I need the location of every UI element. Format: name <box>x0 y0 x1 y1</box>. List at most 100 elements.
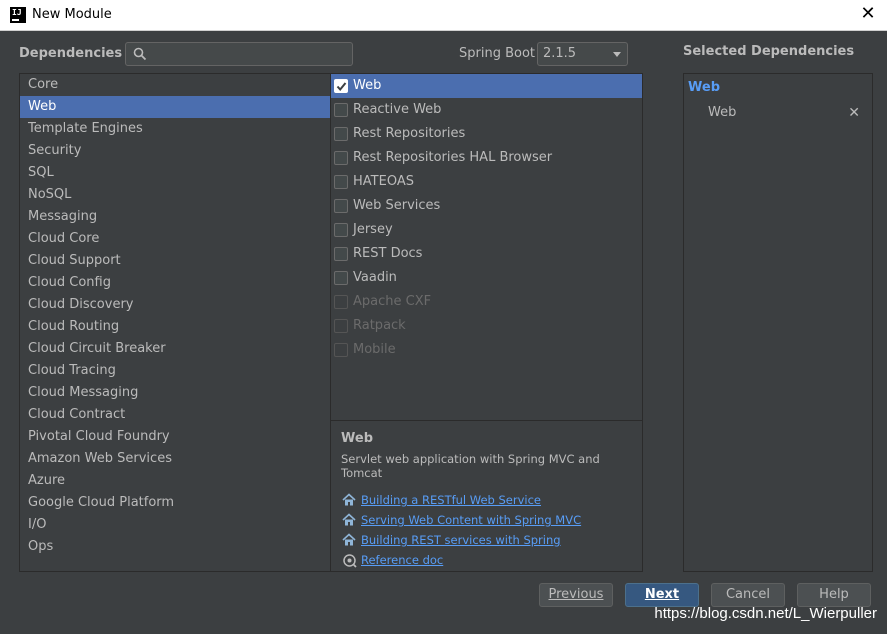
category-item-amazon-web-services[interactable]: Amazon Web Services <box>20 448 330 470</box>
dependency-label: Vaadin <box>353 270 397 285</box>
category-item-web[interactable]: Web <box>20 96 330 118</box>
selected-group-title: Web <box>688 80 720 95</box>
category-item-cloud-discovery[interactable]: Cloud Discovery <box>20 294 330 316</box>
dependency-panel: Web Reactive Web Rest Repositories Rest Rep… <box>330 73 643 572</box>
category-item-cloud-core[interactable]: Cloud Core <box>20 228 330 250</box>
guide-links: Building a RESTful Web Service Serving We… <box>341 490 581 570</box>
category-item-pivotal-cloud-foundry[interactable]: Pivotal Cloud Foundry <box>20 426 330 448</box>
dependency-checkbox[interactable] <box>334 127 348 141</box>
guide-link-row: Reference doc <box>341 550 581 570</box>
next-button[interactable]: Next <box>625 583 699 607</box>
dependency-checkbox <box>334 319 348 333</box>
dependency-item-vaadin[interactable]: Vaadin <box>331 266 642 290</box>
category-item-cloud-config[interactable]: Cloud Config <box>20 272 330 294</box>
spring-boot-version-value: 2.1.5 <box>543 46 577 61</box>
remove-dependency-icon[interactable]: ✕ <box>848 102 860 124</box>
dependency-list: Web Reactive Web Rest Repositories Rest Rep… <box>331 74 642 421</box>
category-item-template-engines[interactable]: Template Engines <box>20 118 330 140</box>
search-input[interactable] <box>152 45 348 63</box>
dependencies-label: Dependencies <box>19 46 123 61</box>
category-item-azure[interactable]: Azure <box>20 470 330 492</box>
category-item-cloud-messaging[interactable]: Cloud Messaging <box>20 382 330 404</box>
dependency-checkbox <box>334 295 348 309</box>
cancel-button[interactable]: Cancel <box>711 583 785 607</box>
category-item-cloud-circuit-breaker[interactable]: Cloud Circuit Breaker <box>20 338 330 360</box>
dependency-label: Rest Repositories <box>353 126 466 141</box>
previous-button-label: Previous <box>548 587 604 602</box>
search-box[interactable] <box>125 42 353 66</box>
dependency-label: Web <box>353 78 382 93</box>
dependency-checkbox[interactable] <box>334 79 348 93</box>
dependency-checkbox[interactable] <box>334 151 348 165</box>
dependency-label: Ratpack <box>353 318 406 333</box>
dependency-item-rest-docs[interactable]: REST Docs <box>331 242 642 266</box>
dependency-label: Mobile <box>353 342 396 357</box>
dependency-description: Web Servlet web application with Spring … <box>331 421 642 490</box>
dependency-item-web-services[interactable]: Web Services <box>331 194 642 218</box>
close-window-icon[interactable]: ✕ <box>857 3 879 25</box>
dependency-item-reactive-web[interactable]: Reactive Web <box>331 98 642 122</box>
selected-dependency-label: Web <box>708 105 737 120</box>
dependency-label: Rest Repositories HAL Browser <box>353 150 553 165</box>
dependency-checkbox[interactable] <box>334 199 348 213</box>
guide-link[interactable]: Serving Web Content with Spring MVC <box>361 513 581 527</box>
dependency-item-jersey[interactable]: Jersey <box>331 218 642 242</box>
dependency-item-rest-repositories-hal-browser[interactable]: Rest Repositories HAL Browser <box>331 146 642 170</box>
selected-dependency-row: Web ✕ <box>684 102 872 124</box>
selected-dependencies-panel: Web Web ✕ <box>683 73 873 572</box>
dependency-checkbox[interactable] <box>334 271 348 285</box>
guide-link-row: Building REST services with Spring <box>341 530 581 550</box>
dependency-checkbox[interactable] <box>334 223 348 237</box>
guide-link[interactable]: Reference doc <box>361 553 443 567</box>
chevron-down-icon <box>613 52 621 57</box>
dependency-item-hateoas[interactable]: HATEOAS <box>331 170 642 194</box>
dependency-item-rest-repositories[interactable]: Rest Repositories <box>331 122 642 146</box>
category-item-security[interactable]: Security <box>20 140 330 162</box>
dependency-label: REST Docs <box>353 246 423 261</box>
dependency-checkbox[interactable] <box>334 247 348 261</box>
dependency-item-ratpack: Ratpack <box>331 314 642 338</box>
category-item-core[interactable]: Core <box>20 74 330 96</box>
dependency-item-mobile: Mobile <box>331 338 642 362</box>
dependency-item-apache-cxf: Apache CXF <box>331 290 642 314</box>
window-title: New Module <box>32 7 112 22</box>
spring-boot-version-select[interactable]: 2.1.5 <box>537 42 628 66</box>
category-item-cloud-contract[interactable]: Cloud Contract <box>20 404 330 426</box>
previous-button[interactable]: Previous <box>539 583 613 607</box>
home-icon <box>342 513 356 526</box>
watermark-text: https://blog.csdn.net/L_Wierpuller <box>654 605 877 622</box>
category-item-google-cloud-platform[interactable]: Google Cloud Platform <box>20 492 330 514</box>
search-icon <box>133 47 147 61</box>
home-icon <box>342 493 356 506</box>
spring-boot-label: Spring Boot <box>459 46 536 61</box>
dependency-checkbox <box>334 343 348 357</box>
category-list: Core Web Template Engines Security SQL NoSQL M… <box>19 73 331 572</box>
description-text: Servlet web application with Spring MVC … <box>341 452 600 480</box>
category-item-cloud-support[interactable]: Cloud Support <box>20 250 330 272</box>
dependency-item-web[interactable]: Web <box>331 74 642 98</box>
dependency-label: Reactive Web <box>353 102 442 117</box>
dependency-label: Web Services <box>353 198 441 213</box>
home-icon <box>342 533 356 546</box>
help-button[interactable]: Help <box>797 583 871 607</box>
title-bar: IJ New Module ✕ <box>0 0 887 31</box>
selected-dependencies-label: Selected Dependencies <box>683 44 855 59</box>
description-title: Web <box>341 431 373 446</box>
category-item-i-o[interactable]: I/O <box>20 514 330 536</box>
category-item-ops[interactable]: Ops <box>20 536 330 558</box>
guide-link[interactable]: Building REST services with Spring <box>361 533 561 547</box>
dependency-label: Apache CXF <box>353 294 432 309</box>
category-item-nosql[interactable]: NoSQL <box>20 184 330 206</box>
category-item-sql[interactable]: SQL <box>20 162 330 184</box>
next-button-label: Next <box>644 587 680 602</box>
dependency-checkbox[interactable] <box>334 175 348 189</box>
category-item-cloud-routing[interactable]: Cloud Routing <box>20 316 330 338</box>
dependency-checkbox[interactable] <box>334 103 348 117</box>
reference-doc-icon <box>343 554 357 568</box>
category-item-cloud-tracing[interactable]: Cloud Tracing <box>20 360 330 382</box>
guide-link-row: Building a RESTful Web Service <box>341 490 581 510</box>
dependency-label: Jersey <box>353 222 393 237</box>
intellij-app-icon: IJ <box>10 7 26 23</box>
guide-link[interactable]: Building a RESTful Web Service <box>361 493 541 507</box>
category-item-messaging[interactable]: Messaging <box>20 206 330 228</box>
